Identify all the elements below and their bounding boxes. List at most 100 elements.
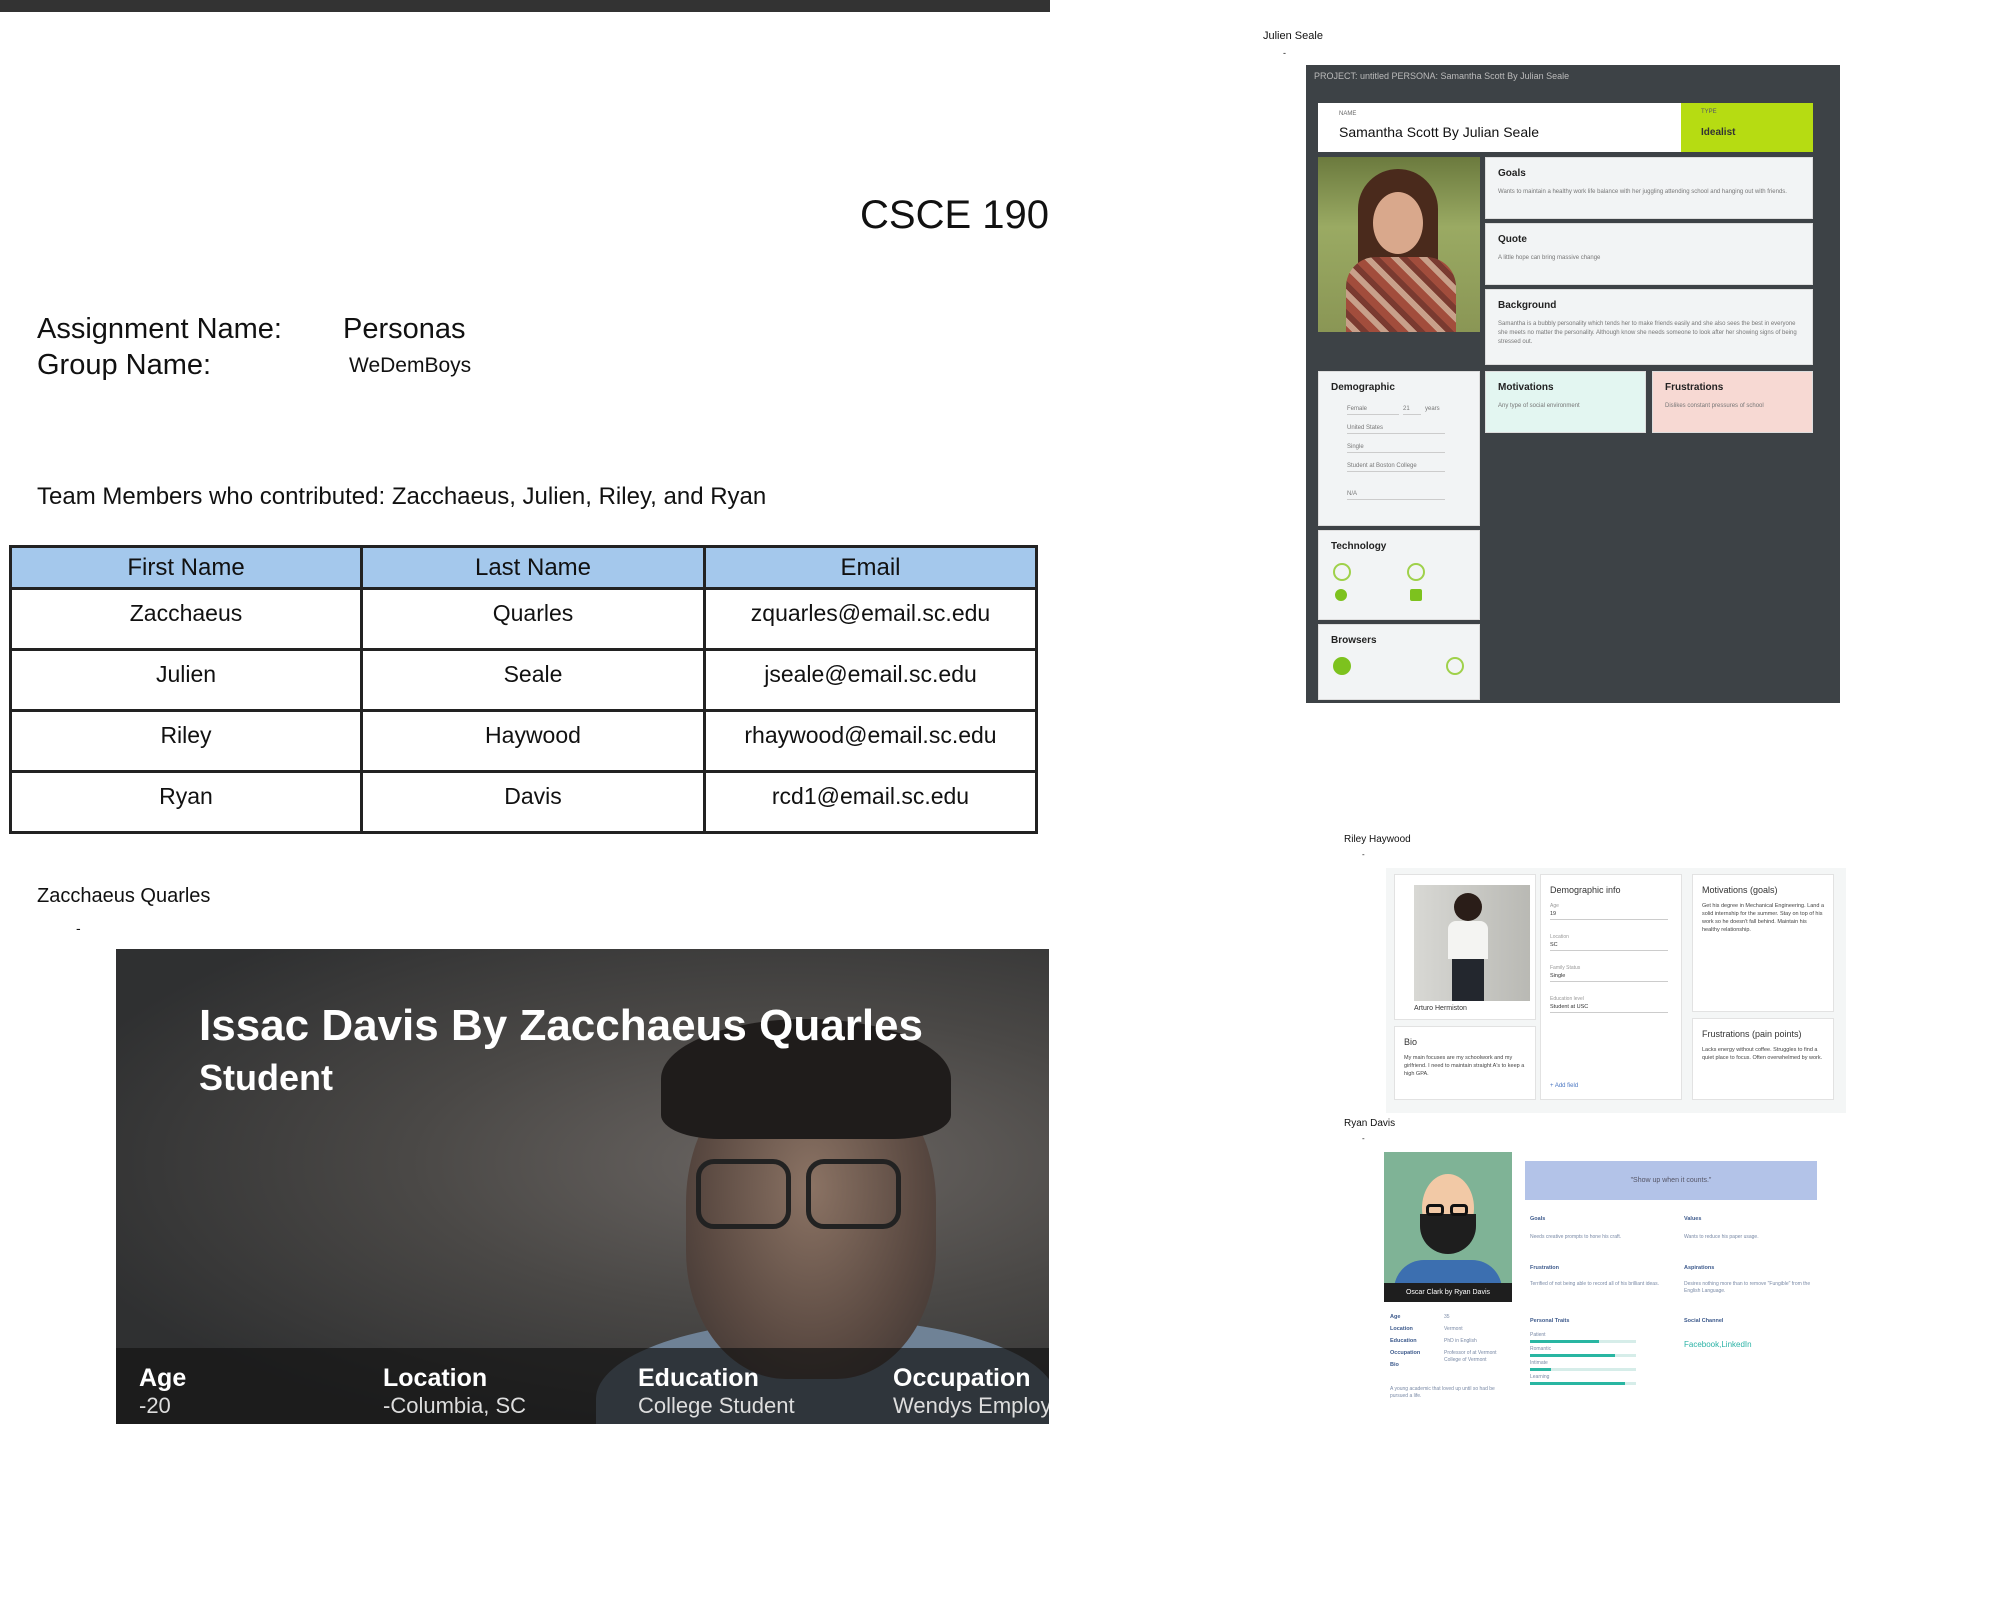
- name-label: NAME: [1339, 111, 1357, 117]
- info-education: Education College Student: [638, 1364, 795, 1419]
- photo-scarf: [1346, 257, 1456, 332]
- section-label-riley: Riley Haywood: [1344, 834, 1411, 845]
- frustrations-text: Lacks energy without coffee. Struggles t…: [1702, 1047, 1823, 1061]
- avatar-beard: [1420, 1214, 1476, 1254]
- field-location: Location SC: [1550, 934, 1668, 951]
- quote-text: A little hope can bring massive change: [1498, 255, 1601, 261]
- info-occupation: Occupation Wendys Employ: [893, 1364, 1049, 1419]
- cell-first: Ryan: [9, 770, 363, 834]
- trait-bar-fill: [1530, 1354, 1615, 1357]
- info-key: Age: [1390, 1314, 1401, 1320]
- info-value: -20: [139, 1393, 171, 1418]
- section-dash: -: [1362, 850, 1365, 859]
- section-dash: -: [1362, 1134, 1365, 1143]
- field-value: SC: [1550, 942, 1558, 948]
- group-label: Group Name:: [37, 349, 212, 381]
- bio-text: My main focuses are my schoolwork and my…: [1404, 1055, 1525, 1077]
- field-value: Single: [1550, 973, 1566, 979]
- laptop-icon: [1407, 563, 1425, 581]
- info-age: Age -20: [139, 1364, 186, 1419]
- zacchaeus-persona-card: Issac Davis By Zacchaeus Quarles Student…: [116, 949, 1049, 1424]
- persona-title: Issac Davis By Zacchaeus Quarles: [199, 1001, 923, 1050]
- info-key: Education: [1390, 1338, 1417, 1344]
- section-label-ryan: Ryan Davis: [1344, 1118, 1396, 1129]
- field-value: 19: [1550, 911, 1557, 917]
- persona-type: Idealist: [1701, 127, 1736, 138]
- table-header-row: First Name Last Name Email: [9, 545, 1038, 590]
- trait-label: Intimate: [1530, 1360, 1548, 1366]
- riley-persona-card: Arturo Hermiston Demographic info Age 19 …: [1386, 868, 1846, 1113]
- cell-email: rcd1@email.sc.edu: [703, 770, 1038, 834]
- aspirations-text: Desires nothing more than to remove "Fun…: [1684, 1281, 1811, 1294]
- trait-bar: [1530, 1354, 1636, 1357]
- cell-email: zquarles@email.sc.edu: [703, 587, 1038, 651]
- info-label: Occupation: [893, 1364, 1031, 1392]
- header-email: Email: [703, 545, 1038, 590]
- group-value: WeDemBoys: [349, 354, 472, 377]
- info-value: -Columbia, SC: [383, 1393, 527, 1418]
- info-value: College Student: [638, 1393, 795, 1418]
- field-age: Age 19: [1550, 903, 1668, 920]
- cell-email: rhaywood@email.sc.edu: [703, 709, 1038, 773]
- ryan-persona-avatar: [1384, 1152, 1512, 1302]
- members-table: First Name Last Name Email Zacchaeus Qua…: [9, 545, 1038, 834]
- demo-other: N/A: [1347, 491, 1445, 500]
- section-label-julien: Julien Seale: [1263, 30, 1323, 42]
- trait-bar: [1530, 1340, 1636, 1343]
- glasses-icon: [806, 1159, 901, 1229]
- photo-head: [1454, 893, 1482, 921]
- trait-label: Patient: [1530, 1332, 1546, 1338]
- frustration-heading: Frustration: [1530, 1265, 1560, 1271]
- motivations-heading: Motivations: [1498, 382, 1554, 393]
- persona-type-box: TYPE Idealist: [1681, 103, 1813, 152]
- photo-panel: Arturo Hermiston: [1394, 874, 1536, 1020]
- persona-quote: "Show up when it counts.": [1525, 1161, 1817, 1200]
- quote-box: Quote A little hope can bring massive ch…: [1485, 223, 1813, 285]
- trait-label: Romantic: [1530, 1346, 1552, 1352]
- info-location: Location -Columbia, SC: [383, 1364, 526, 1419]
- technology-box: Technology: [1318, 530, 1480, 620]
- glasses-icon: [696, 1159, 791, 1229]
- assignment-value: Personas: [343, 313, 466, 345]
- motivations-box: Motivations Any type of social environme…: [1485, 371, 1646, 433]
- persona-name-box: NAME Samantha Scott By Julian Seale: [1318, 103, 1681, 152]
- social-links[interactable]: Facebook,LinkedIn: [1684, 1340, 1752, 1349]
- table-row: Julien Seale jseale@email.sc.edu: [9, 648, 1038, 712]
- info-key: Occupation: [1390, 1350, 1421, 1356]
- trait-bar-fill: [1530, 1382, 1626, 1385]
- photo-caption: Arturo Hermiston: [1414, 1005, 1467, 1012]
- goals-heading: Goals: [1530, 1216, 1546, 1222]
- frustration-text: Terrified of not being able to record al…: [1530, 1281, 1659, 1287]
- cell-email: jseale@email.sc.edu: [703, 648, 1038, 712]
- add-field-link[interactable]: + Add field: [1550, 1083, 1578, 1089]
- header-last-name: Last Name: [360, 545, 706, 590]
- demographic-box: Demographic Female 21 years United State…: [1318, 371, 1480, 526]
- background-text: Samantha is a bubbly personality which t…: [1498, 321, 1797, 345]
- info-value: 35: [1444, 1314, 1450, 1320]
- julien-persona-card: PROJECT: untitled PERSONA: Samantha Scot…: [1306, 65, 1840, 703]
- section-dash: -: [76, 920, 81, 936]
- info-value: Wendys Employ: [893, 1393, 1049, 1418]
- info-label: Education: [638, 1364, 759, 1392]
- demographic-heading: Demographic info: [1550, 885, 1621, 895]
- browsers-box: Browsers: [1318, 624, 1480, 700]
- demographic-panel: Demographic info Age 19 Location SC Family…: [1540, 874, 1682, 1100]
- cell-last: Davis: [360, 770, 706, 834]
- field-family: Family Status Single: [1550, 965, 1668, 982]
- demographic-heading: Demographic: [1331, 382, 1395, 393]
- persona-subtitle: Student: [199, 1057, 333, 1098]
- assignment-label: Assignment Name:: [37, 313, 282, 345]
- persona-name: Samantha Scott By Julian Seale: [1339, 124, 1540, 140]
- motivations-panel: Motivations (goals) Get his degree in Me…: [1692, 874, 1834, 1012]
- cell-last: Haywood: [360, 709, 706, 773]
- avatar-caption: Oscar Clark by Ryan Davis: [1384, 1283, 1512, 1302]
- info-label: Age: [139, 1364, 187, 1392]
- info-value: Vermont: [1444, 1326, 1463, 1332]
- frustrations-text: Dislikes constant pressures of school: [1665, 403, 1764, 409]
- goals-text: Wants to maintain a healthy work life ba…: [1498, 189, 1787, 195]
- background-heading: Background: [1498, 300, 1557, 311]
- trait-bar: [1530, 1368, 1636, 1371]
- trait-bar: [1530, 1382, 1636, 1385]
- frustrations-box: Frustrations Dislikes constant pressures…: [1652, 371, 1813, 433]
- team-members-line: Team Members who contributed: Zacchaeus,…: [37, 483, 767, 510]
